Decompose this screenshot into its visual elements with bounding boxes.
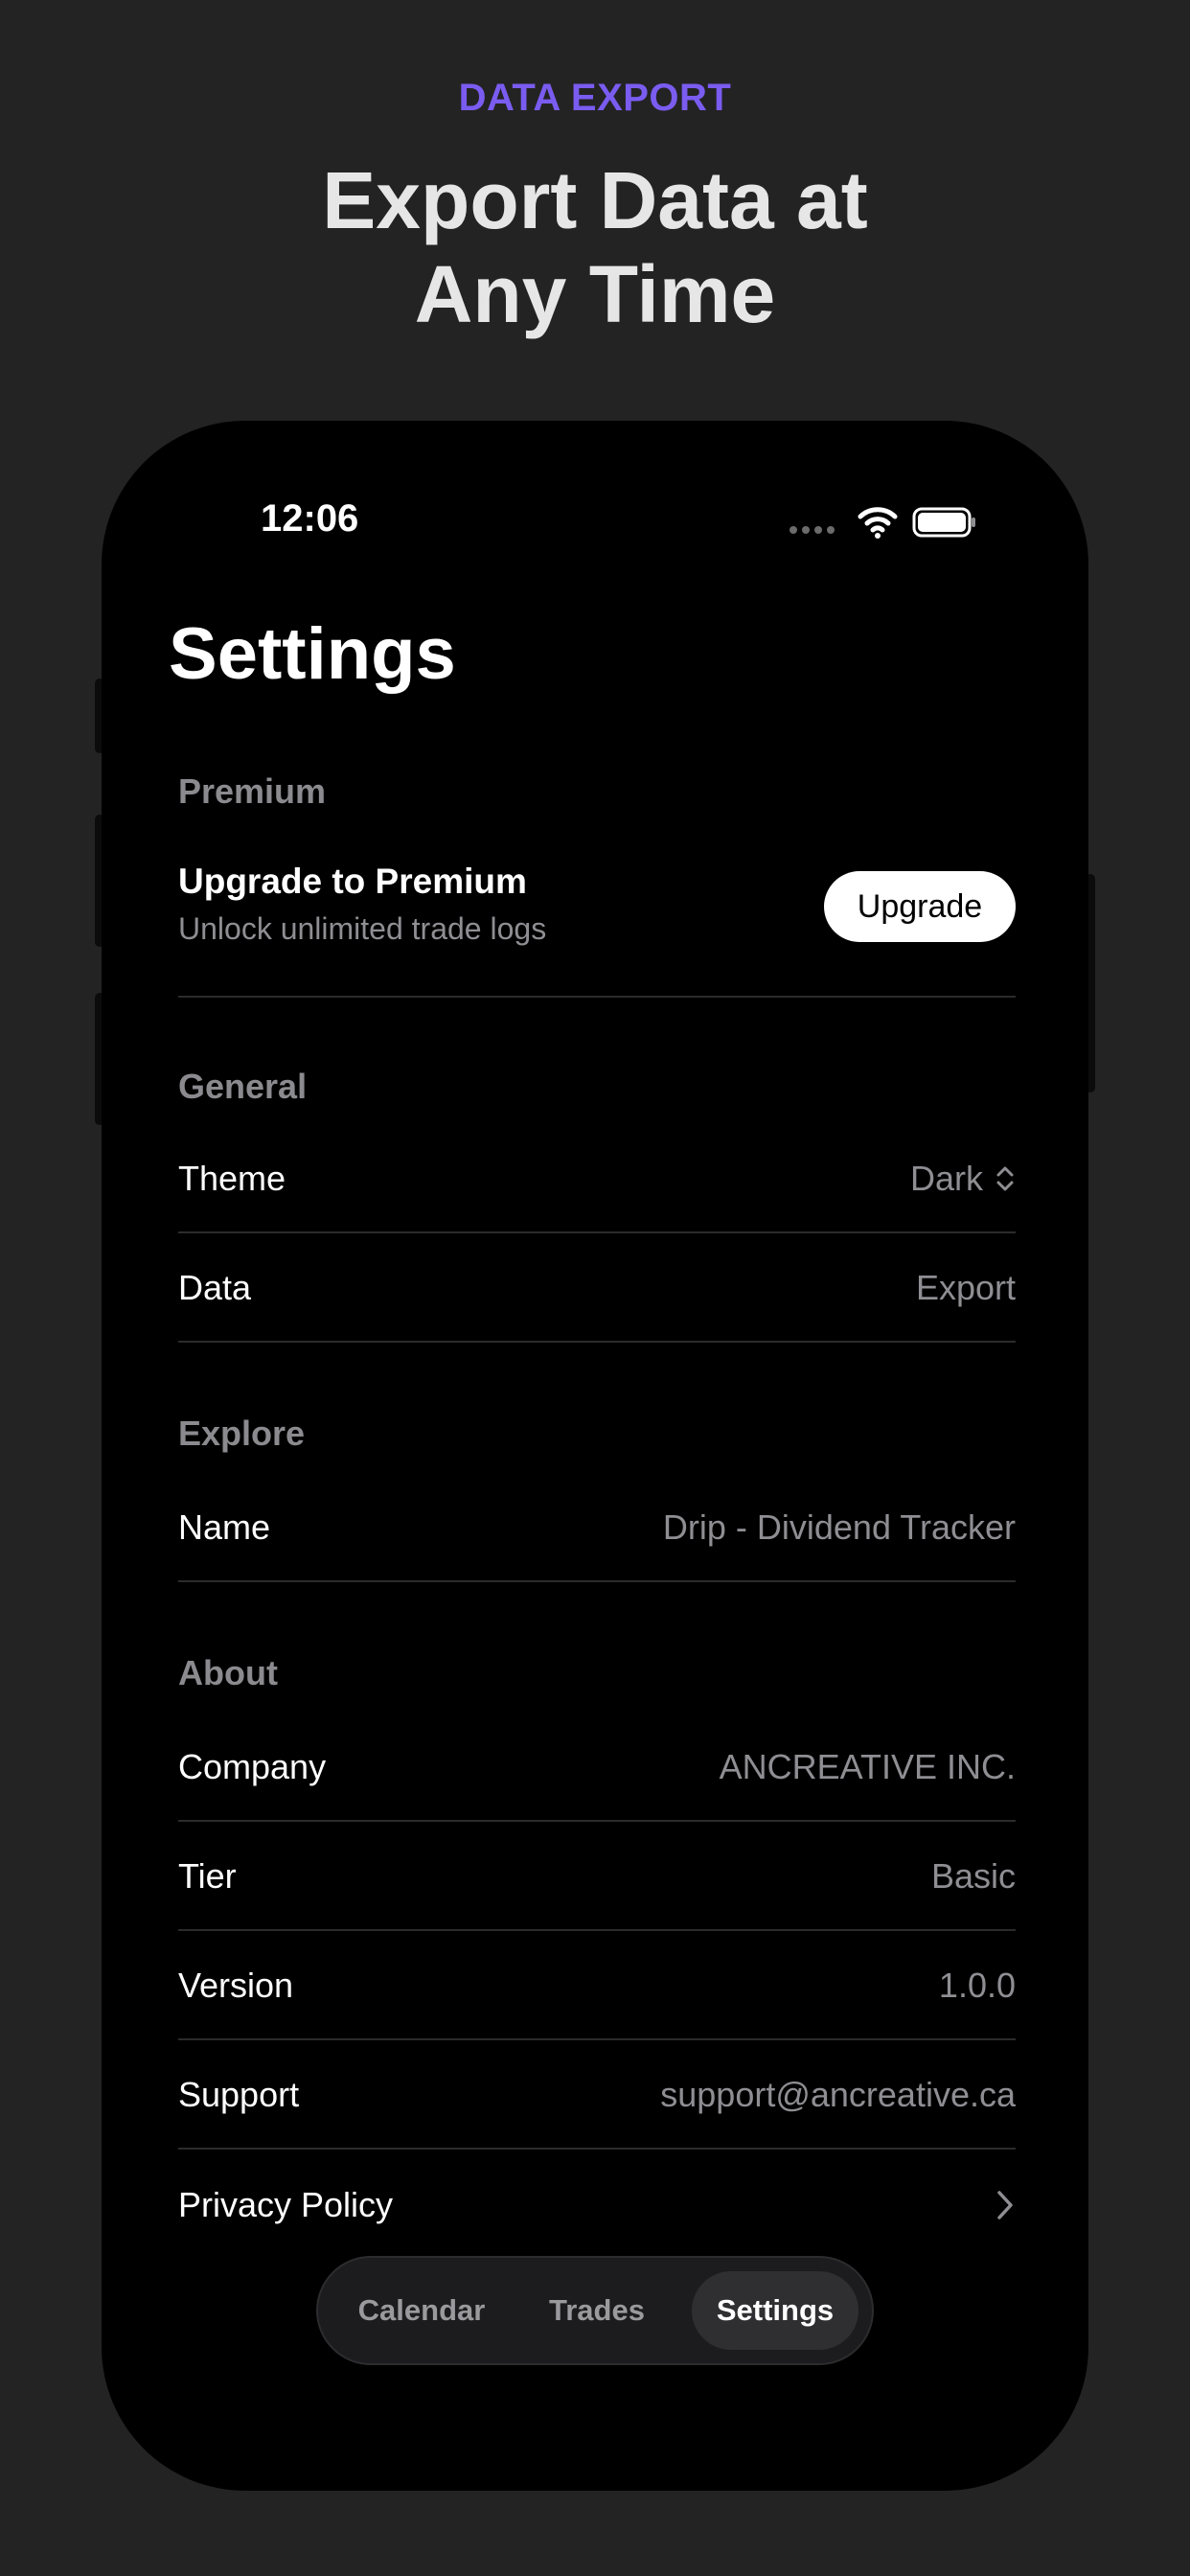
company-label: Company <box>178 1747 327 1786</box>
settings-row-data[interactable]: Data Export <box>178 1235 1016 1343</box>
support-email[interactable]: support@ancreative.ca <box>660 2075 1016 2115</box>
theme-value: Dark <box>909 1159 983 1198</box>
tab-calendar[interactable]: Calendar <box>337 2271 506 2350</box>
promo-headline: Export Data at Any Time <box>0 153 1190 341</box>
promo-headline-line1: Export Data at <box>322 155 868 245</box>
chevron-right-icon <box>997 2191 1013 2220</box>
section-header-premium: Premium <box>178 771 327 811</box>
status-time: 12:06 <box>261 497 359 540</box>
settings-row-tier: Tier Basic <box>178 1824 1016 1931</box>
data-label: Data <box>178 1268 252 1307</box>
premium-subtitle: Unlock unlimited trade logs <box>178 911 547 946</box>
privacy-policy-label: Privacy Policy <box>178 2185 394 2224</box>
premium-upgrade-row: Upgrade to Premium Unlock unlimited trad… <box>178 833 1016 998</box>
support-label: Support <box>178 2075 300 2114</box>
premium-title: Upgrade to Premium <box>178 862 527 901</box>
tier-value: Basic <box>930 1856 1016 1896</box>
data-export-value[interactable]: Export <box>916 1268 1016 1308</box>
settings-row-name[interactable]: Name Drip - Dividend Tracker <box>178 1475 1016 1582</box>
promo-eyebrow: DATA EXPORT <box>458 77 732 119</box>
tab-bar: Calendar Trades Settings <box>316 2256 874 2365</box>
wifi-icon <box>858 507 898 539</box>
page-title: Settings <box>169 613 456 695</box>
tier-label: Tier <box>178 1856 237 1896</box>
battery-icon <box>912 507 975 538</box>
signal-dots-icon <box>790 526 835 534</box>
company-value: ANCREATIVE INC. <box>719 1747 1016 1786</box>
settings-row-privacy-policy[interactable]: Privacy Policy <box>178 2151 1016 2259</box>
settings-row-version: Version 1.0.0 <box>178 1933 1016 2040</box>
tab-trades[interactable]: Trades <box>515 2271 678 2350</box>
name-value: Drip - Dividend Tracker <box>662 1507 1016 1547</box>
version-label: Version <box>178 1966 294 2005</box>
settings-row-theme[interactable]: Theme Dark <box>178 1126 1016 1233</box>
name-label: Name <box>178 1507 271 1547</box>
upgrade-button[interactable]: Upgrade <box>824 871 1016 942</box>
section-header-about: About <box>178 1653 278 1692</box>
version-value: 1.0.0 <box>938 1966 1016 2005</box>
chevron-up-down-icon <box>996 1166 1014 1191</box>
section-header-explore: Explore <box>178 1414 306 1453</box>
phone-screen: 12:06 Settings Premium Upgrade to Premiu… <box>102 421 1088 2491</box>
tab-settings[interactable]: Settings <box>692 2271 858 2350</box>
theme-label: Theme <box>178 1159 286 1198</box>
settings-row-company: Company ANCREATIVE INC. <box>178 1714 1016 1822</box>
promo-headline-line2: Any Time <box>414 249 776 339</box>
settings-row-support[interactable]: Support support@ancreative.ca <box>178 2042 1016 2150</box>
theme-picker[interactable]: Dark <box>910 1159 1016 1199</box>
section-header-general: General <box>178 1067 308 1106</box>
